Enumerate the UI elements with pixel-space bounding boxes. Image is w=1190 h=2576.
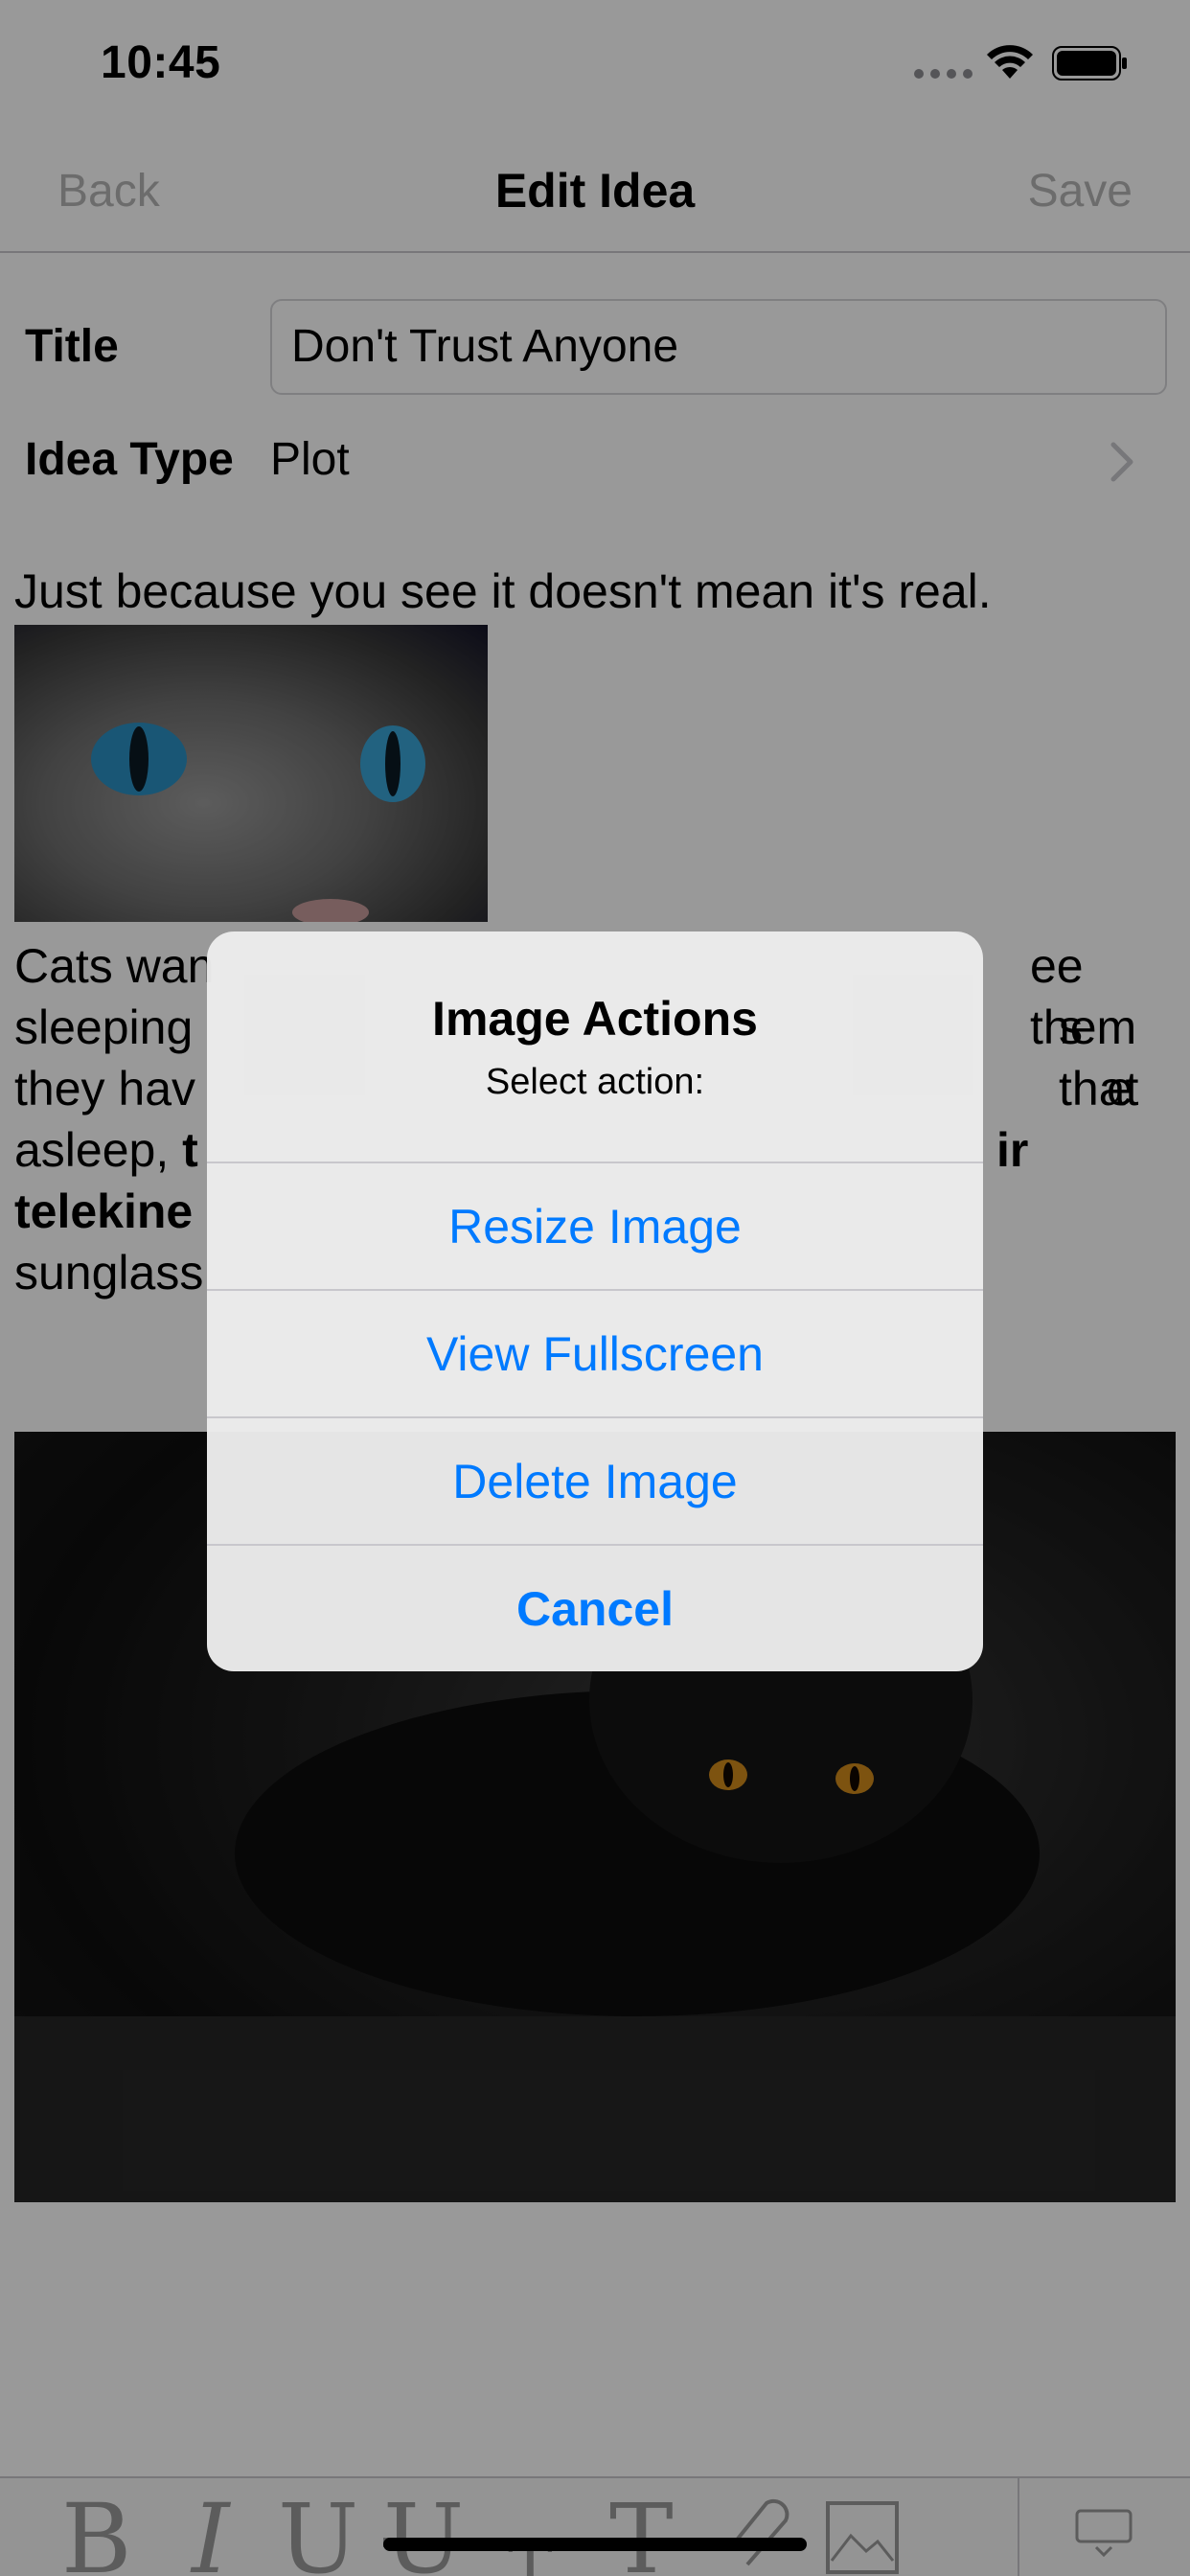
alert-title: Image Actions <box>432 992 758 1046</box>
image-actions-alert: Image Actions Select action: Resize Imag… <box>207 932 983 1671</box>
view-fullscreen-button[interactable]: View Fullscreen <box>207 1289 983 1416</box>
delete-image-button[interactable]: Delete Image <box>207 1416 983 1544</box>
alert-header: Image Actions Select action: <box>207 932 983 1162</box>
cancel-button[interactable]: Cancel <box>207 1544 983 1671</box>
alert-message: Select action: <box>485 1062 705 1102</box>
resize-image-button[interactable]: Resize Image <box>207 1162 983 1289</box>
